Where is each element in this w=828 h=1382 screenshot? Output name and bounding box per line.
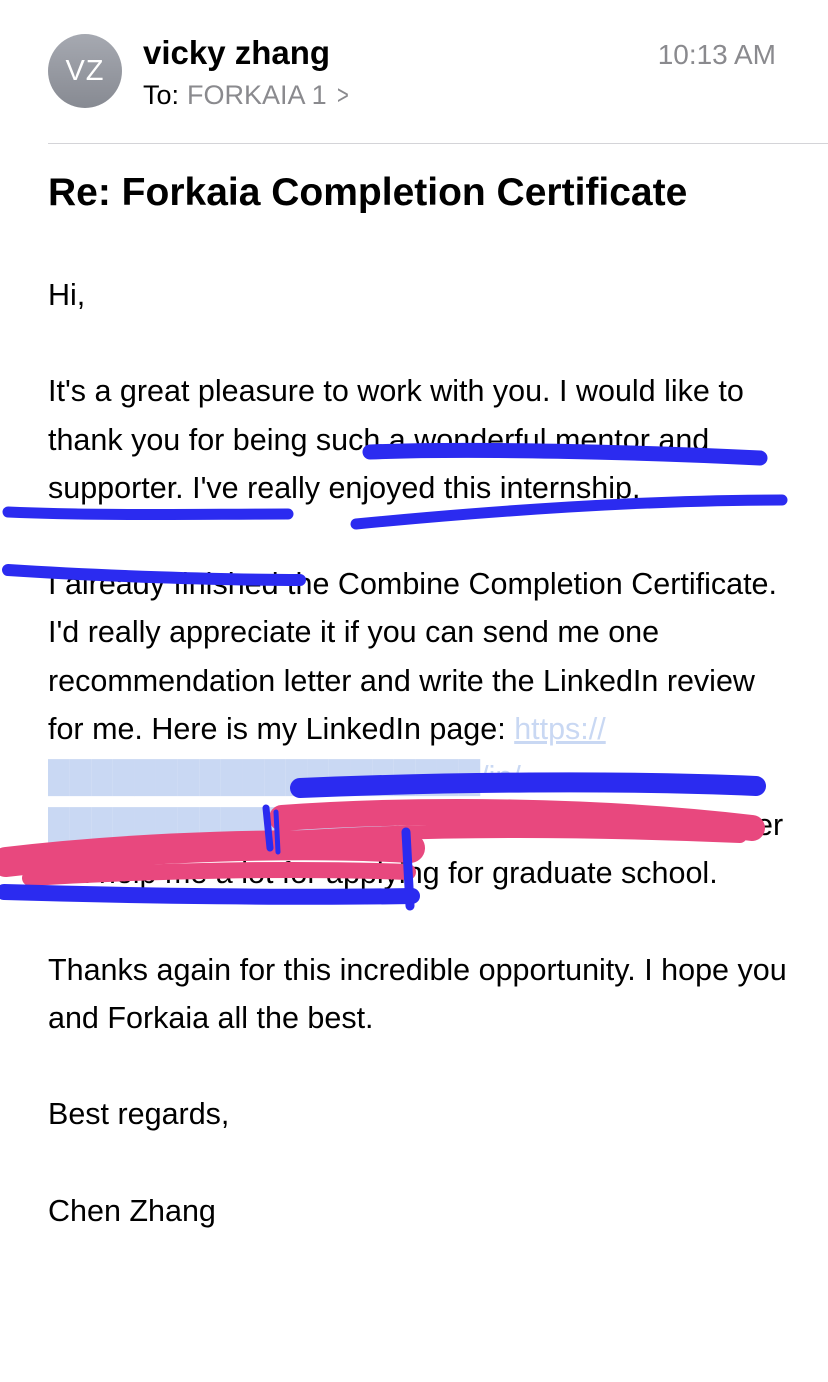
recipient-name[interactable]: FORKAIA 1 (187, 80, 327, 110)
body-paragraph-3: Thanks again for this incredible opportu… (48, 952, 787, 1035)
sender-name[interactable]: vicky zhang (143, 34, 330, 72)
header-divider (48, 143, 828, 144)
body-paragraph-2-text: I already finished the Combine Completio… (48, 567, 777, 746)
message-header: VZ vicky zhang 10:13 AM To: FORKAIA 1 > (48, 34, 780, 124)
closing: Best regards, (48, 1097, 230, 1132)
body-paragraph-1: It's a great pleasure to work with you. … (48, 374, 744, 505)
body-paragraph-2: I already finished the Combine Completio… (48, 560, 788, 897)
recipient-row[interactable]: To: FORKAIA 1 > (143, 78, 350, 112)
signature: Chen Zhang (48, 1193, 216, 1228)
chevron-right-icon[interactable]: > (337, 78, 349, 112)
timestamp: 10:13 AM (657, 39, 776, 70)
email-subject: Re: Forkaia Completion Certificate (48, 171, 688, 214)
email-view: VZ vicky zhang 10:13 AM To: FORKAIA 1 > Re… (0, 0, 828, 1382)
greeting: Hi, (48, 278, 86, 312)
to-label: To: (143, 80, 180, 110)
avatar[interactable]: VZ (48, 34, 122, 108)
email-body: Hi, It's a great pleasure to work with y… (48, 271, 788, 1283)
